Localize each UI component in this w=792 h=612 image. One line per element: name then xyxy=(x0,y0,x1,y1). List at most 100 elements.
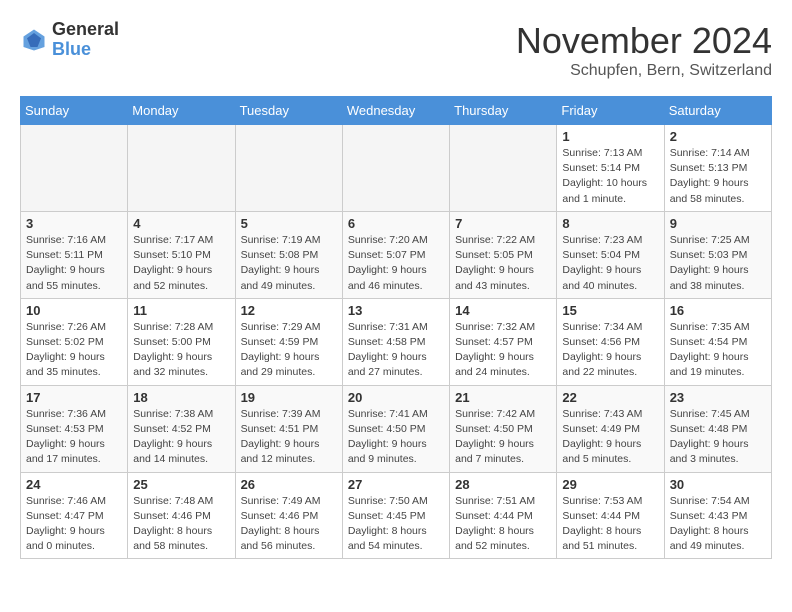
calendar-day-cell: 21 Sunrise: 7:42 AM Sunset: 4:50 PM Dayli… xyxy=(450,385,557,472)
day-info: Sunrise: 7:32 AM Sunset: 4:57 PM Dayligh… xyxy=(455,320,551,381)
day-number: 22 xyxy=(562,390,658,405)
day-number: 29 xyxy=(562,477,658,492)
calendar-day-cell: 24 Sunrise: 7:46 AM Sunset: 4:47 PM Dayli… xyxy=(21,472,128,559)
day-info: Sunrise: 7:45 AM Sunset: 4:48 PM Dayligh… xyxy=(670,407,766,468)
logo-general-text: General xyxy=(52,20,119,40)
weekday-header-saturday: Saturday xyxy=(664,97,771,125)
calendar-day-cell: 12Sunrise: 7:29 AM Sunset: 4:59 PM Dayli… xyxy=(235,298,342,385)
day-info: Sunrise: 7:49 AM Sunset: 4:46 PM Dayligh… xyxy=(241,494,337,555)
calendar-day-cell: 25 Sunrise: 7:48 AM Sunset: 4:46 PM Dayli… xyxy=(128,472,235,559)
day-info: Sunrise: 7:26 AM Sunset: 5:02 PM Dayligh… xyxy=(26,320,122,381)
month-title: November 2024 xyxy=(516,20,772,62)
calendar-day-cell: 1 Sunrise: 7:13 AM Sunset: 5:14 PM Daylig… xyxy=(557,125,664,212)
day-number: 20 xyxy=(348,390,444,405)
calendar-day-cell: 10 Sunrise: 7:26 AM Sunset: 5:02 PM Dayli… xyxy=(21,298,128,385)
calendar-day-cell: 9 Sunrise: 7:25 AM Sunset: 5:03 PM Daylig… xyxy=(664,211,771,298)
day-number: 4 xyxy=(133,216,229,231)
day-info: Sunrise: 7:34 AM Sunset: 4:56 PM Dayligh… xyxy=(562,320,658,381)
day-info: Sunrise: 7:31 AM Sunset: 4:58 PM Dayligh… xyxy=(348,320,444,381)
calendar-week-row: 17 Sunrise: 7:36 AM Sunset: 4:53 PM Dayli… xyxy=(21,385,772,472)
weekday-header-monday: Monday xyxy=(128,97,235,125)
day-info: Sunrise: 7:46 AM Sunset: 4:47 PM Dayligh… xyxy=(26,494,122,555)
day-info: Sunrise: 7:38 AM Sunset: 4:52 PM Dayligh… xyxy=(133,407,229,468)
day-info: Sunrise: 7:22 AM Sunset: 5:05 PM Dayligh… xyxy=(455,233,551,294)
day-number: 24 xyxy=(26,477,122,492)
calendar-day-cell: 20 Sunrise: 7:41 AM Sunset: 4:50 PM Dayli… xyxy=(342,385,449,472)
location-subtitle: Schupfen, Bern, Switzerland xyxy=(516,62,772,80)
logo-blue-text: Blue xyxy=(52,40,119,60)
logo: General Blue xyxy=(20,20,119,60)
day-info: Sunrise: 7:48 AM Sunset: 4:46 PM Dayligh… xyxy=(133,494,229,555)
calendar-day-cell: 15 Sunrise: 7:34 AM Sunset: 4:56 PM Dayli… xyxy=(557,298,664,385)
day-number: 10 xyxy=(26,303,122,318)
calendar-day-cell: 3Sunrise: 7:16 AM Sunset: 5:11 PM Daylig… xyxy=(21,211,128,298)
calendar-day-cell: 6 Sunrise: 7:20 AM Sunset: 5:07 PM Daylig… xyxy=(342,211,449,298)
day-number: 26 xyxy=(241,477,337,492)
calendar-day-cell: 13Sunrise: 7:31 AM Sunset: 4:58 PM Dayli… xyxy=(342,298,449,385)
day-number: 17 xyxy=(26,390,122,405)
day-info: Sunrise: 7:19 AM Sunset: 5:08 PM Dayligh… xyxy=(241,233,337,294)
calendar-day-cell: 23 Sunrise: 7:45 AM Sunset: 4:48 PM Dayli… xyxy=(664,385,771,472)
day-info: Sunrise: 7:20 AM Sunset: 5:07 PM Dayligh… xyxy=(348,233,444,294)
weekday-header-tuesday: Tuesday xyxy=(235,97,342,125)
day-number: 1 xyxy=(562,129,658,144)
day-info: Sunrise: 7:54 AM Sunset: 4:43 PM Dayligh… xyxy=(670,494,766,555)
calendar-day-cell: 29Sunrise: 7:53 AM Sunset: 4:44 PM Dayli… xyxy=(557,472,664,559)
calendar-week-row: 24 Sunrise: 7:46 AM Sunset: 4:47 PM Dayli… xyxy=(21,472,772,559)
day-info: Sunrise: 7:51 AM Sunset: 4:44 PM Dayligh… xyxy=(455,494,551,555)
calendar-table: SundayMondayTuesdayWednesdayThursdayFrid… xyxy=(20,96,772,559)
day-info: Sunrise: 7:39 AM Sunset: 4:51 PM Dayligh… xyxy=(241,407,337,468)
day-number: 11 xyxy=(133,303,229,318)
calendar-day-cell: 8 Sunrise: 7:23 AM Sunset: 5:04 PM Daylig… xyxy=(557,211,664,298)
day-info: Sunrise: 7:25 AM Sunset: 5:03 PM Dayligh… xyxy=(670,233,766,294)
day-number: 15 xyxy=(562,303,658,318)
calendar-day-cell: 28 Sunrise: 7:51 AM Sunset: 4:44 PM Dayli… xyxy=(450,472,557,559)
day-number: 21 xyxy=(455,390,551,405)
day-number: 9 xyxy=(670,216,766,231)
calendar-day-cell: 26 Sunrise: 7:49 AM Sunset: 4:46 PM Dayli… xyxy=(235,472,342,559)
day-number: 27 xyxy=(348,477,444,492)
calendar-day-cell xyxy=(21,125,128,212)
day-number: 16 xyxy=(670,303,766,318)
logo-icon xyxy=(20,26,48,54)
calendar-day-cell xyxy=(342,125,449,212)
day-info: Sunrise: 7:43 AM Sunset: 4:49 PM Dayligh… xyxy=(562,407,658,468)
title-area: November 2024 Schupfen, Bern, Switzerlan… xyxy=(516,20,772,80)
day-number: 19 xyxy=(241,390,337,405)
day-number: 23 xyxy=(670,390,766,405)
day-number: 6 xyxy=(348,216,444,231)
weekday-header-thursday: Thursday xyxy=(450,97,557,125)
weekday-header-friday: Friday xyxy=(557,97,664,125)
calendar-day-cell: 27Sunrise: 7:50 AM Sunset: 4:45 PM Dayli… xyxy=(342,472,449,559)
day-info: Sunrise: 7:23 AM Sunset: 5:04 PM Dayligh… xyxy=(562,233,658,294)
calendar-day-cell: 19 Sunrise: 7:39 AM Sunset: 4:51 PM Dayli… xyxy=(235,385,342,472)
day-info: Sunrise: 7:41 AM Sunset: 4:50 PM Dayligh… xyxy=(348,407,444,468)
calendar-day-cell: 7 Sunrise: 7:22 AM Sunset: 5:05 PM Daylig… xyxy=(450,211,557,298)
day-number: 25 xyxy=(133,477,229,492)
day-info: Sunrise: 7:29 AM Sunset: 4:59 PM Dayligh… xyxy=(241,320,337,381)
day-info: Sunrise: 7:16 AM Sunset: 5:11 PM Dayligh… xyxy=(26,233,122,294)
day-number: 14 xyxy=(455,303,551,318)
weekday-header-row: SundayMondayTuesdayWednesdayThursdayFrid… xyxy=(21,97,772,125)
calendar-day-cell: 22 Sunrise: 7:43 AM Sunset: 4:49 PM Dayli… xyxy=(557,385,664,472)
day-info: Sunrise: 7:13 AM Sunset: 5:14 PM Dayligh… xyxy=(562,146,658,207)
calendar-day-cell: 11 Sunrise: 7:28 AM Sunset: 5:00 PM Dayli… xyxy=(128,298,235,385)
header: General Blue November 2024 Schupfen, Ber… xyxy=(20,20,772,80)
day-number: 5 xyxy=(241,216,337,231)
day-number: 28 xyxy=(455,477,551,492)
day-number: 7 xyxy=(455,216,551,231)
day-info: Sunrise: 7:42 AM Sunset: 4:50 PM Dayligh… xyxy=(455,407,551,468)
day-info: Sunrise: 7:36 AM Sunset: 4:53 PM Dayligh… xyxy=(26,407,122,468)
calendar-day-cell: 5 Sunrise: 7:19 AM Sunset: 5:08 PM Daylig… xyxy=(235,211,342,298)
day-info: Sunrise: 7:17 AM Sunset: 5:10 PM Dayligh… xyxy=(133,233,229,294)
day-number: 30 xyxy=(670,477,766,492)
calendar-day-cell xyxy=(128,125,235,212)
calendar-day-cell xyxy=(450,125,557,212)
day-info: Sunrise: 7:28 AM Sunset: 5:00 PM Dayligh… xyxy=(133,320,229,381)
day-info: Sunrise: 7:14 AM Sunset: 5:13 PM Dayligh… xyxy=(670,146,766,207)
calendar-day-cell: 2Sunrise: 7:14 AM Sunset: 5:13 PM Daylig… xyxy=(664,125,771,212)
calendar-week-row: 3Sunrise: 7:16 AM Sunset: 5:11 PM Daylig… xyxy=(21,211,772,298)
calendar-week-row: 1 Sunrise: 7:13 AM Sunset: 5:14 PM Daylig… xyxy=(21,125,772,212)
calendar-day-cell: 14 Sunrise: 7:32 AM Sunset: 4:57 PM Dayli… xyxy=(450,298,557,385)
day-number: 8 xyxy=(562,216,658,231)
